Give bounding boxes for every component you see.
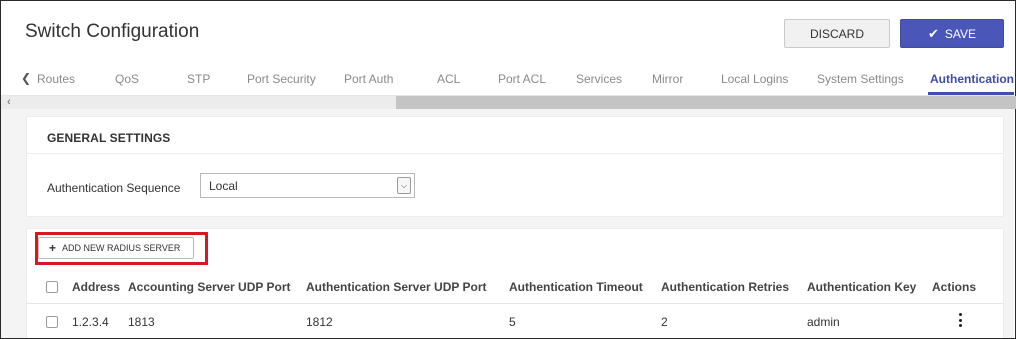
- tab-routes[interactable]: Routes: [37, 72, 75, 86]
- tab-qos[interactable]: QoS: [115, 72, 139, 86]
- more-actions-icon[interactable]: [957, 313, 963, 327]
- save-button[interactable]: ✔ SAVE: [900, 19, 1004, 48]
- tab-services[interactable]: Services: [576, 72, 622, 86]
- tab-port-security[interactable]: Port Security: [247, 72, 316, 86]
- cell-auth-retries: 2: [661, 315, 668, 329]
- tab-system-settings[interactable]: System Settings: [817, 72, 904, 86]
- discard-button[interactable]: DISCARD: [784, 19, 890, 48]
- tab-stp[interactable]: STP: [187, 72, 210, 86]
- scroll-left-icon[interactable]: ‹: [7, 96, 11, 109]
- divider: [27, 153, 1003, 154]
- add-radius-server-button[interactable]: + ADD NEW RADIUS SERVER: [38, 237, 194, 259]
- tab-acl[interactable]: ACL: [437, 72, 460, 86]
- col-auth-retries[interactable]: Authentication Retries: [661, 280, 789, 294]
- col-auth-port[interactable]: Authentication Server UDP Port: [306, 280, 486, 294]
- tab-authentication[interactable]: Authentication: [930, 72, 1014, 86]
- tab-bar: ❮ Routes QoS STP Port Security Port Auth…: [1, 62, 1014, 96]
- col-auth-timeout[interactable]: Authentication Timeout: [509, 280, 643, 294]
- general-settings-title: GENERAL SETTINGS: [47, 131, 171, 145]
- col-address[interactable]: Address: [72, 280, 120, 294]
- cell-auth-timeout: 5: [509, 315, 516, 329]
- chevron-left-icon[interactable]: ❮: [21, 71, 31, 85]
- chevron-down-icon: ⌵: [397, 177, 411, 194]
- scrollbar-thumb[interactable]: [396, 96, 1016, 109]
- table-row: 1.2.3.4 1813 1812 5 2 admin: [27, 305, 1004, 338]
- tab-port-acl[interactable]: Port ACL: [498, 72, 546, 86]
- active-tab-indicator: [928, 92, 1014, 95]
- col-actions: Actions: [932, 280, 977, 294]
- auth-sequence-label: Authentication Sequence: [47, 181, 181, 195]
- tabs-scrollbar[interactable]: ‹: [1, 96, 1016, 109]
- cell-accounting-port: 1813: [128, 315, 155, 329]
- save-button-label: SAVE: [944, 26, 977, 41]
- col-auth-key[interactable]: Authentication Key: [807, 280, 916, 294]
- cell-address: 1.2.3.4: [72, 315, 109, 329]
- tab-local-logins[interactable]: Local Logins: [721, 72, 788, 86]
- auth-sequence-select[interactable]: Local ⌵: [200, 173, 415, 198]
- cell-auth-port: 1812: [306, 315, 333, 329]
- tab-mirror[interactable]: Mirror: [652, 72, 683, 86]
- checkmark-icon: ✔: [927, 26, 939, 41]
- plus-icon: +: [49, 241, 57, 255]
- page-title: Switch Configuration: [25, 21, 200, 42]
- general-settings-card: GENERAL SETTINGS Authentication Sequence…: [26, 116, 1004, 217]
- select-all-checkbox[interactable]: [46, 281, 58, 293]
- tab-port-auth[interactable]: Port Auth: [344, 72, 393, 86]
- cell-auth-key: admin: [807, 315, 840, 329]
- auth-sequence-value: Local: [209, 178, 238, 193]
- row-checkbox[interactable]: [46, 316, 58, 328]
- col-accounting-port[interactable]: Accounting Server UDP Port: [128, 280, 290, 294]
- table-header: Address Accounting Server UDP Port Authe…: [27, 270, 1004, 304]
- add-radius-server-label: ADD NEW RADIUS SERVER: [62, 243, 181, 253]
